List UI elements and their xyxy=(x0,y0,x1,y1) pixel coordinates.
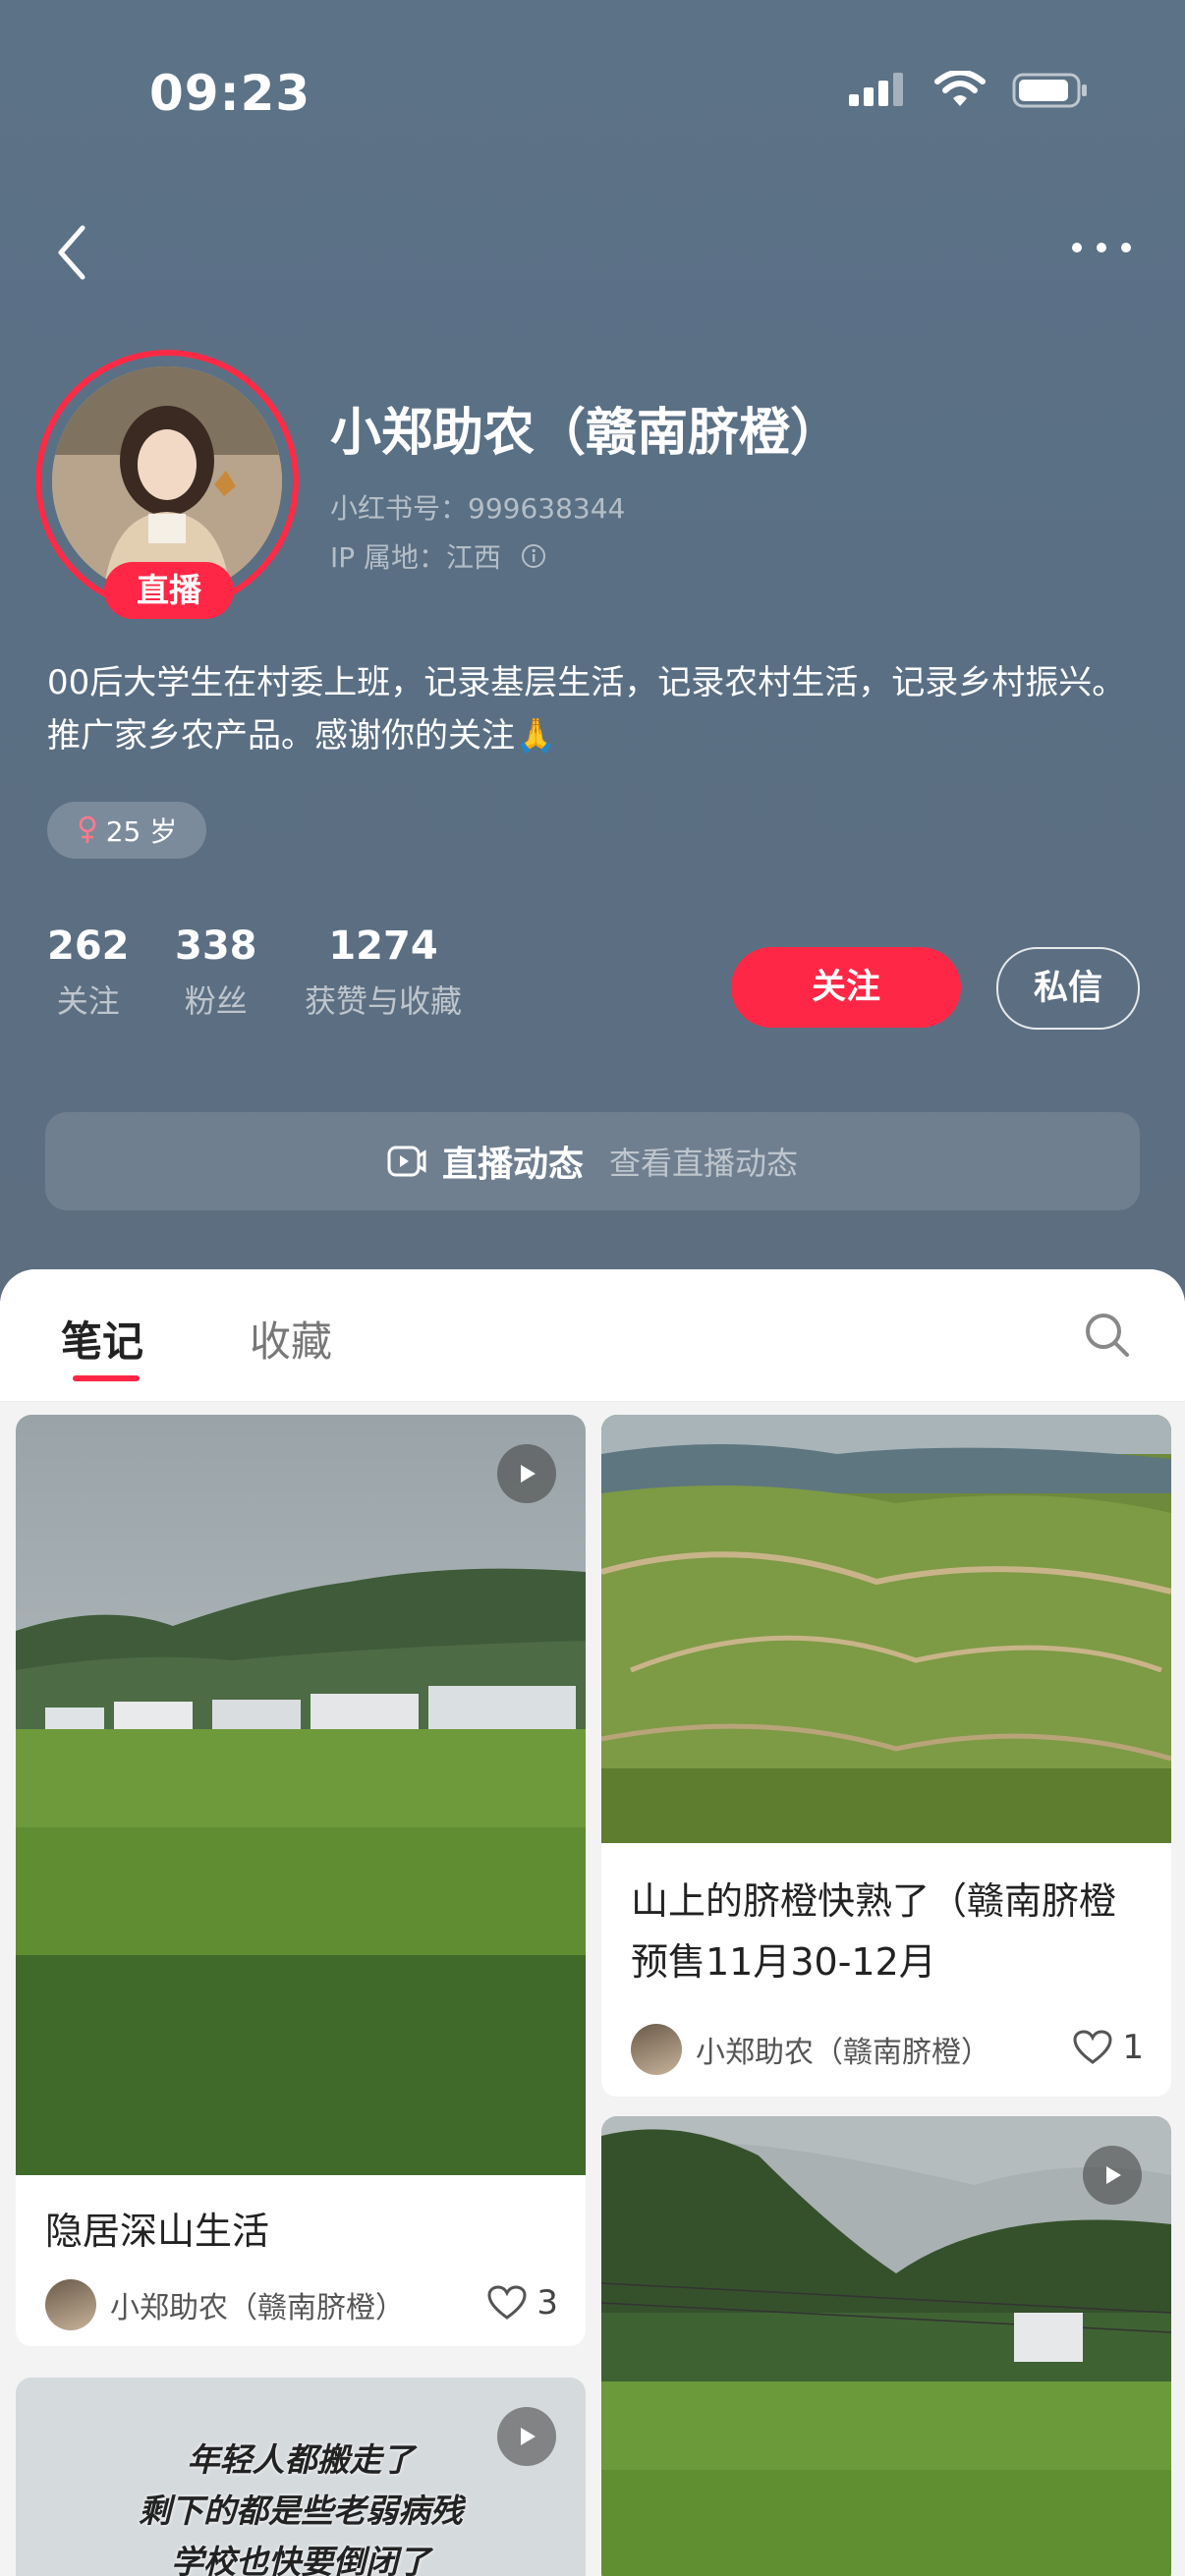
note-card[interactable] xyxy=(601,2116,1171,2576)
stat-fans-value: 338 xyxy=(175,924,257,969)
like-button[interactable]: 1 xyxy=(1073,2028,1144,2067)
video-play-icon xyxy=(497,2407,556,2466)
live-dynamic-label: 直播动态 xyxy=(441,1145,584,1185)
info-icon[interactable] xyxy=(521,543,546,569)
stat-following-label: 关注 xyxy=(56,982,120,1020)
female-icon xyxy=(79,815,96,843)
heart-icon xyxy=(1073,2030,1112,2064)
status-icons xyxy=(847,71,1089,110)
message-button[interactable]: 私信 xyxy=(996,947,1140,1030)
age-tag: 25 岁 xyxy=(47,802,206,859)
like-button[interactable]: 3 xyxy=(487,2283,558,2323)
note-author[interactable]: 小郑助农（赣南脐橙） xyxy=(631,2024,990,2075)
tab-active-indicator xyxy=(73,1375,140,1381)
tab-notes[interactable]: 笔记 xyxy=(61,1309,143,1369)
age-text: 25 岁 xyxy=(105,815,178,848)
video-play-icon xyxy=(1083,2146,1142,2205)
tab-collections[interactable]: 收藏 xyxy=(250,1309,332,1369)
stat-fans[interactable]: 338 粉丝 xyxy=(175,924,257,1022)
note-title: 隐居深山生活 xyxy=(45,2210,270,2253)
note-overlay-text: 年轻人都搬走了 剩下的都是些老弱病残 学校也快要倒闭了 xyxy=(16,2435,586,2576)
stat-likes-collects[interactable]: 1274 获赞与收藏 xyxy=(305,924,462,1022)
battery-icon xyxy=(1012,73,1087,108)
video-play-icon xyxy=(497,1444,556,1503)
avatar-container[interactable]: 直播 xyxy=(35,350,299,619)
signal-icon xyxy=(849,73,903,106)
stat-likes-value: 1274 xyxy=(328,924,438,969)
content-panel: 笔记 收藏 隐居深山生活 小郑助农（赣南脐橙） 3 山上的脐橙快熟了（赣南脐橙预… xyxy=(0,1269,1185,2576)
profile-name: 小郑助农（赣南脐橙） xyxy=(330,404,842,463)
note-card[interactable]: 山上的脐橙快熟了（赣南脐橙预售11月30-12月 小郑助农（赣南脐橙） 1 xyxy=(601,1415,1171,2097)
note-author[interactable]: 小郑助农（赣南脐橙） xyxy=(45,2279,405,2330)
ip-location-row: IP 属地：江西 xyxy=(330,536,546,576)
tab-bar: 笔记 收藏 xyxy=(0,1269,1185,1402)
note-cover-image xyxy=(16,1415,586,2175)
author-avatar xyxy=(45,2279,96,2330)
author-name: 小郑助农（赣南脐橙） xyxy=(696,2036,990,2070)
note-card[interactable]: 隐居深山生活 小郑助农（赣南脐橙） 3 xyxy=(16,1415,586,2346)
live-dynamic-link: 查看直播动态 xyxy=(609,1145,799,1182)
profile-header-background xyxy=(0,0,1185,1307)
ip-location: IP 属地：江西 xyxy=(330,541,502,574)
live-badge[interactable]: 直播 xyxy=(104,562,234,619)
stat-likes-label: 获赞与收藏 xyxy=(305,982,463,1020)
like-count: 3 xyxy=(536,2283,558,2323)
live-dynamic-bar[interactable]: 直播动态 查看直播动态 xyxy=(45,1112,1140,1210)
stat-following[interactable]: 262 关注 xyxy=(47,924,130,1022)
back-icon[interactable] xyxy=(49,218,98,287)
status-time: 09:23 xyxy=(149,65,311,122)
note-card[interactable]: 年轻人都搬走了 剩下的都是些老弱病残 学校也快要倒闭了 xyxy=(16,2378,586,2576)
stat-fans-label: 粉丝 xyxy=(184,982,248,1020)
note-cover-image xyxy=(601,1415,1171,1843)
more-icon[interactable] xyxy=(1071,236,1132,259)
live-camera-icon xyxy=(387,1146,426,1177)
search-icon[interactable] xyxy=(1083,1311,1132,1360)
heart-icon xyxy=(487,2285,527,2320)
profile-bio: 00后大学生在村委上班，记录基层生活，记录农村生活，记录乡村振兴。推广家乡农产品… xyxy=(47,663,1126,756)
stat-following-value: 262 xyxy=(47,924,130,969)
overlay-line: 学校也快要倒闭了 xyxy=(171,2543,430,2576)
wifi-icon xyxy=(934,71,986,106)
author-avatar xyxy=(631,2024,682,2075)
red-id: 小红书号：999638344 xyxy=(330,492,626,525)
author-name: 小郑助农（赣南脐橙） xyxy=(110,2291,405,2325)
overlay-line: 剩下的都是些老弱病残 xyxy=(139,2492,463,2530)
note-title: 山上的脐橙快熟了（赣南脐橙预售11月30-12月 xyxy=(631,1879,1117,1984)
follow-button[interactable]: 关注 xyxy=(731,947,961,1028)
like-count: 1 xyxy=(1122,2028,1144,2067)
